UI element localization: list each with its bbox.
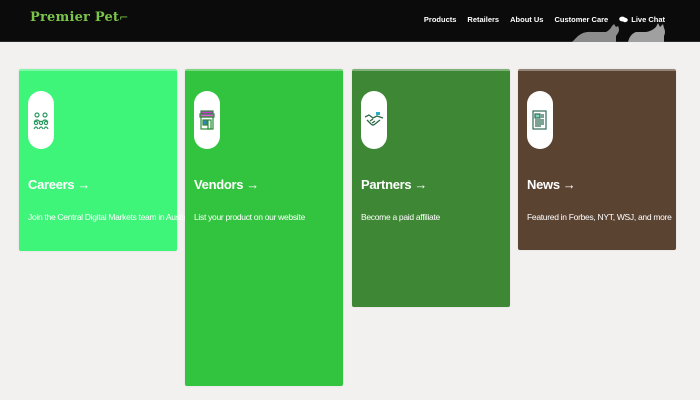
nav-about-us-link[interactable]: About Us [510,15,543,24]
vendors-icon-badge [194,91,220,149]
vendors-card[interactable]: Vendors → List your product on our websit… [185,69,343,386]
arrow-right-icon: → [414,177,428,192]
careers-title: Careers → [28,177,91,192]
news-icon-badge [527,91,553,149]
news-description: Featured in Forbes, NYT, WSJ, and more [527,212,672,222]
partners-icon-badge [361,91,387,149]
logo-text: Premier Pet [30,10,120,25]
arrow-right-icon: → [77,177,91,192]
careers-card[interactable]: Careers → Join the Central Digital Market… [19,69,188,251]
logo-swoosh-icon: ⌐ [119,11,129,24]
storefront-icon [199,110,215,130]
premier-pet-logo[interactable]: Premier Pet⌐ [30,10,129,25]
pet-silhouettes-icon [572,23,665,42]
arrow-right-icon: → [246,177,259,192]
vendors-title: Vendors → [194,177,259,192]
partners-description: Become a paid affiliate [361,212,440,222]
partners-card[interactable]: Partners → Become a paid affiliate [352,69,510,307]
arrow-right-icon: → [562,177,576,192]
people-group-icon [33,112,49,130]
nav-products-link[interactable]: Products [424,15,457,24]
careers-description: Join the Central Digital Markets team in… [28,212,188,222]
top-navigation-bar: Premier Pet⌐ Products Retailers About Us… [0,0,700,42]
news-card[interactable]: News → Featured in Forbes, NYT, WSJ, and … [518,69,676,250]
partners-title: Partners → [361,177,428,192]
vendors-description: List your product on our website [194,212,305,222]
handshake-icon [364,112,384,126]
careers-icon-badge [28,91,54,149]
news-title: News → [527,177,576,192]
newspaper-icon [532,110,547,130]
nav-retailers-link[interactable]: Retailers [467,15,499,24]
